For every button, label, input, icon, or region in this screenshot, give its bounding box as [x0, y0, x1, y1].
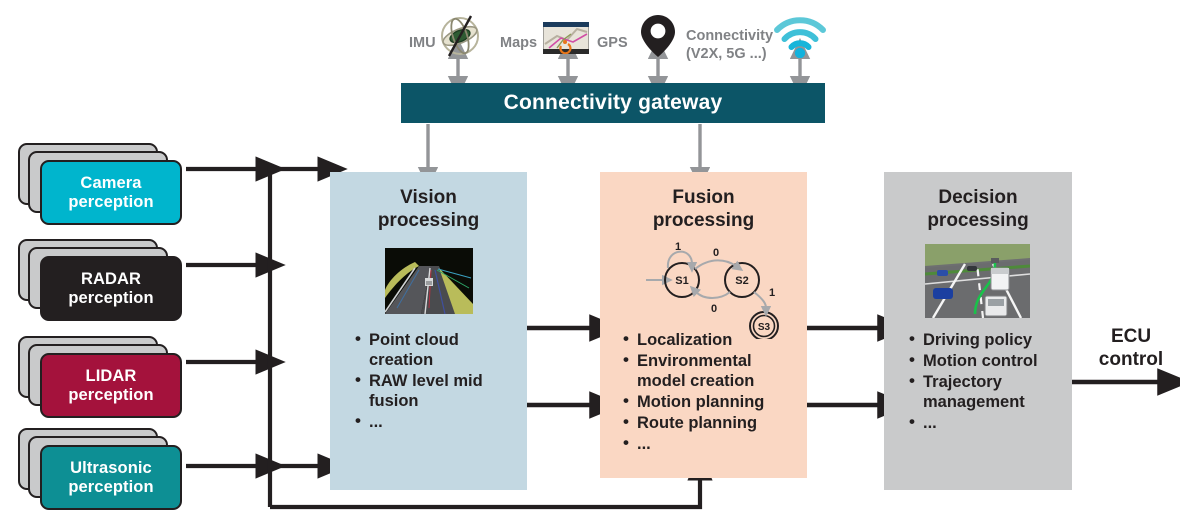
list-item: RAW level mid fusion — [354, 370, 519, 411]
sensor-card-ultrasonic[interactable]: Ultrasonic perception — [40, 445, 182, 510]
decision-title: Decision processing — [927, 187, 1029, 231]
list-item: Motion planning — [622, 391, 802, 412]
night-road-lane-detection-image — [385, 248, 473, 314]
map-thumbnail-icon — [543, 22, 589, 54]
gateway-label: Connectivity gateway — [503, 91, 723, 114]
list-item: ... — [354, 411, 519, 432]
diagram-canvas: Camera perception RADAR perception LIDAR pe… — [0, 0, 1180, 529]
gyroscope-icon — [441, 15, 479, 57]
sensor-card-label: RADAR perception — [68, 269, 154, 307]
fusion-bullet-list: Localization Environmental model creatio… — [622, 329, 802, 455]
fusion-title: Fusion processing — [652, 187, 755, 231]
map-pin-icon — [641, 15, 675, 57]
block-vision-processing[interactable]: Visionprocessing Point cloud creation RA… — [330, 172, 527, 490]
svg-text:S2: S2 — [735, 275, 748, 287]
connectivity-label-line2: (V2X, 5G ...) — [686, 46, 767, 62]
connectivity-label: Connectivity (V2X, 5G ...) — [686, 29, 773, 62]
vision-title: Vision processing — [377, 187, 480, 231]
block-fusion-processing[interactable]: Fusion processing S1 S2 S3 1 0 0 1 • Loc… — [600, 172, 807, 478]
sensor-card-radar[interactable]: RADAR perception — [40, 256, 182, 321]
svg-text:0: 0 — [713, 247, 719, 259]
svg-text:0: 0 — [711, 303, 717, 315]
ecu-control-label: ECU control — [1098, 326, 1164, 370]
svg-text:1: 1 — [675, 241, 681, 253]
svg-text:S1: S1 — [675, 275, 688, 287]
maps-label: Maps — [500, 35, 538, 51]
sensor-stack-radar[interactable]: RADAR perception — [18, 239, 188, 325]
imu-label: IMU — [409, 35, 436, 51]
list-item: Point cloud creation — [354, 329, 519, 370]
decision-bullet-list: Driving policy Motion control Trajectory… — [908, 329, 1068, 434]
sensor-stack-camera[interactable]: Camera perception — [18, 143, 188, 229]
sensor-stack-lidar[interactable]: LIDAR perception — [18, 336, 188, 422]
list-item: ... — [908, 412, 1068, 433]
wifi-icon — [774, 17, 826, 58]
list-item: Localization — [622, 329, 802, 350]
svg-text:1: 1 — [769, 287, 775, 299]
block-decision-processing[interactable]: Decisionprocessing Driving pol — [884, 172, 1072, 490]
gps-label: GPS — [597, 35, 628, 51]
list-item: Motion control — [908, 350, 1068, 371]
list-item: Route planning — [622, 412, 802, 433]
list-item: Trajectory management — [908, 371, 1068, 412]
sensor-stack-ultrasonic[interactable]: Ultrasonic perception — [18, 428, 188, 514]
sensor-card-lidar[interactable]: LIDAR perception — [40, 353, 182, 418]
sensor-card-camera[interactable]: Camera perception — [40, 160, 182, 225]
connectivity-gateway-bar[interactable]: Connectivity gateway — [401, 83, 825, 123]
highway-trajectory-planning-image — [925, 244, 1030, 318]
list-item: ... — [622, 433, 802, 454]
sensor-card-label: LIDAR perception — [68, 366, 154, 404]
vision-bullet-list: Point cloud creation RAW level mid fusio… — [354, 329, 519, 433]
sensor-card-label: Camera perception — [68, 173, 154, 211]
sensor-card-label: Ultrasonic perception — [68, 458, 154, 496]
list-item: Driving policy — [908, 329, 1068, 350]
connectivity-label-line1: Connectivity — [686, 28, 774, 44]
list-item: Environmental model creation — [622, 350, 802, 391]
state-machine-diagram: S1 S2 S3 1 0 0 1 — [646, 241, 779, 339]
